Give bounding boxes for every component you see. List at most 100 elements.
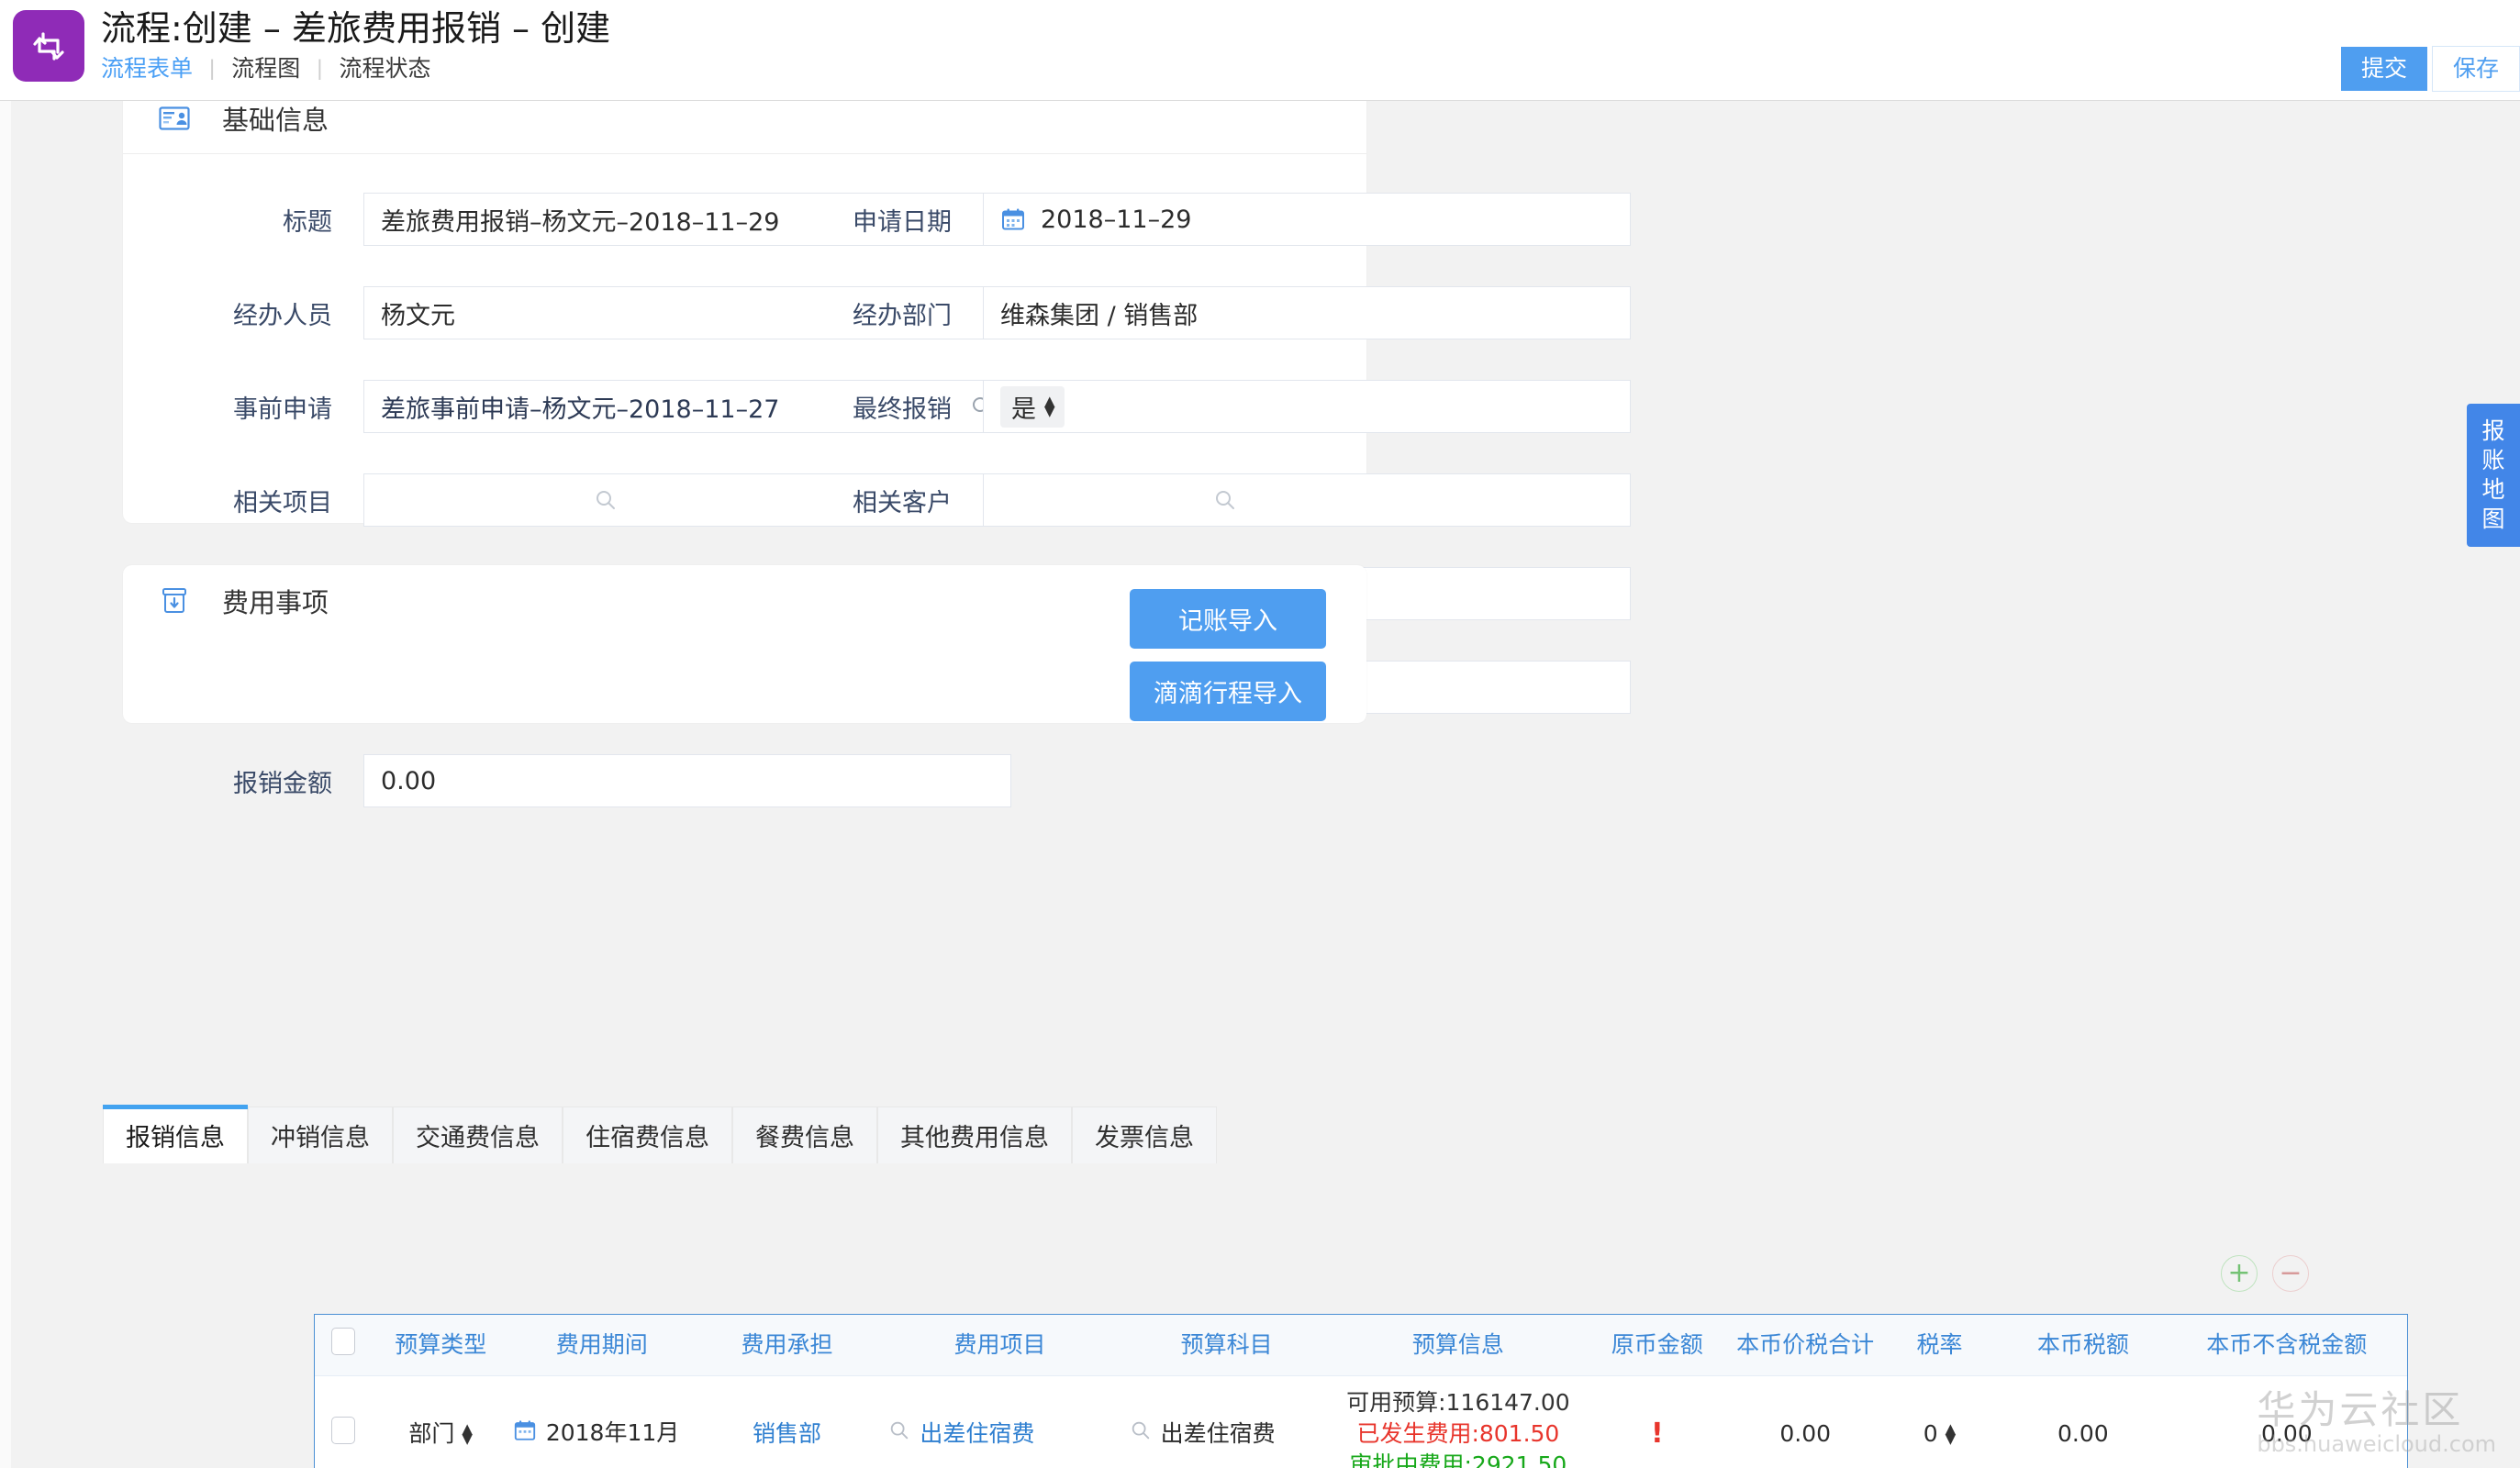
table-row[interactable]: 部门 ▲ ▼ 2018年11月 销售部 出差住宿费 出差住宿费 可用预算:116… xyxy=(315,1375,2407,1468)
field-input-department[interactable]: 维森集团 / 销售部 xyxy=(983,286,1631,339)
cell-local-tax[interactable]: 0.00 xyxy=(2000,1375,2167,1468)
field-label-related-customer: 相关客户 xyxy=(853,488,952,517)
submit-button[interactable]: 提交 xyxy=(2340,47,2427,91)
col-budget-type: 预算类型 xyxy=(372,1315,509,1376)
spinner-icon[interactable]: ▲▼ xyxy=(1946,1422,1957,1446)
row-tools: + − xyxy=(2221,1255,2309,1292)
didi-trip-import-button[interactable]: 滴滴行程导入 xyxy=(1130,662,1326,721)
accounting-import-button[interactable]: 记账导入 xyxy=(1130,589,1326,649)
tab-transport-info[interactable]: 交通费信息 xyxy=(393,1107,563,1163)
select-all-checkbox[interactable] xyxy=(331,1328,356,1355)
field-label-department: 经办部门 xyxy=(853,301,952,330)
spinner-icon[interactable]: ▲▼ xyxy=(462,1422,473,1446)
tab-writeoff-info[interactable]: 冲销信息 xyxy=(248,1107,393,1163)
field-row-apply-date: 申请日期 2018–11–29 xyxy=(742,193,1631,246)
field-value-amount: 0.00 xyxy=(381,766,437,795)
field-value-apply-date: 2018–11–29 xyxy=(1041,205,1192,234)
search-icon[interactable] xyxy=(888,1418,910,1450)
expense-table: 预算类型 费用期间 费用承担 费用项目 预算科目 预算信息 原币金额 本币价税合… xyxy=(314,1314,2408,1468)
reimbursement-map-side-tab[interactable]: 报账 地图 xyxy=(2467,404,2520,547)
col-tax-rate: 税率 xyxy=(1879,1315,2001,1376)
budget-used: 已发生费用:801.50 xyxy=(1356,1420,1560,1447)
calendar-icon[interactable] xyxy=(513,1418,537,1450)
cell-local-ex-tax[interactable]: 0.00 xyxy=(2166,1375,2407,1468)
basic-info-title: 基础信息 xyxy=(222,104,329,136)
field-label-title: 标题 xyxy=(283,207,332,237)
tab-meal-info[interactable]: 餐费信息 xyxy=(732,1107,877,1163)
subnav-item-flow-diagram[interactable]: 流程图 xyxy=(231,53,300,84)
field-value-department: 维森集团 / 销售部 xyxy=(1000,301,1199,330)
cell-subject-text: 出差住宿费 xyxy=(1160,1420,1276,1447)
search-icon[interactable] xyxy=(1213,488,1237,512)
tab-reimbursement-info[interactable]: 报销信息 xyxy=(103,1105,248,1163)
col-select-all[interactable] xyxy=(315,1315,373,1376)
cell-period[interactable]: 2018年11月 xyxy=(508,1375,695,1468)
subnav-item-flow-status[interactable]: 流程状态 xyxy=(340,53,431,84)
field-label-amount: 报销金额 xyxy=(233,769,332,798)
field-value-title: 差旅费用报销–杨文元–2018–11–29 xyxy=(381,207,780,237)
field-label-handler: 经办人员 xyxy=(233,301,332,330)
basic-info-form: 标题 差旅费用报销–杨文元–2018–11–29 经办人员 杨文元 事前申请 差… xyxy=(123,154,1631,807)
top-bar: 流程:创建 – 差旅费用报销 – 创建 流程表单 | 流程图 | 流程状态 提交… xyxy=(0,0,2520,101)
field-value-pre-application: 差旅事前申请–杨文元–2018–11–27 xyxy=(381,395,780,424)
row-select-cell[interactable] xyxy=(315,1375,373,1468)
cell-orig-amount[interactable]: ! xyxy=(1583,1375,1732,1468)
cell-period-text: 2018年11月 xyxy=(545,1419,680,1446)
tab-other-expense-info[interactable]: 其他费用信息 xyxy=(877,1107,1072,1163)
cell-budget-type[interactable]: 部门 ▲ ▼ xyxy=(372,1375,509,1468)
cell-item-text: 出差住宿费 xyxy=(920,1420,1035,1447)
field-input-amount[interactable]: 0.00 xyxy=(363,754,1011,807)
expense-tabs: 报销信息 冲销信息 交通费信息 住宿费信息 餐费信息 其他费用信息 发票信息 xyxy=(103,1105,1217,1163)
cell-subject[interactable]: 出差住宿费 xyxy=(1120,1375,1333,1468)
col-local-ex-tax: 本币不含税金额 xyxy=(2166,1315,2407,1376)
col-item: 费用项目 xyxy=(879,1315,1121,1376)
add-row-button[interactable]: + xyxy=(2221,1255,2258,1292)
cell-bearer-text: 销售部 xyxy=(752,1420,821,1447)
search-icon[interactable] xyxy=(594,488,618,512)
field-select-final-reimbursement[interactable]: 是 ▲ ▼ xyxy=(983,380,1631,433)
save-button[interactable]: 保存 xyxy=(2431,46,2520,92)
subnav-divider-1: | xyxy=(209,56,216,81)
tab-invoice-info[interactable]: 发票信息 xyxy=(1072,1107,1217,1163)
cell-tax-rate[interactable]: 0 ▲ ▼ xyxy=(1879,1375,2001,1468)
field-input-apply-date[interactable]: 2018–11–29 xyxy=(983,193,1631,246)
expense-title: 费用事项 xyxy=(222,587,329,618)
basic-info-card-header: 基础信息 xyxy=(123,101,1366,154)
side-tab-line-1: 报账 xyxy=(2481,417,2505,473)
field-input-related-customer[interactable] xyxy=(983,473,1631,527)
row-checkbox[interactable] xyxy=(331,1416,356,1444)
alert-icon: ! xyxy=(1650,1417,1664,1450)
expense-import-buttons: 记账导入 滴滴行程导入 xyxy=(1130,589,1326,721)
page-title: 流程:创建 – 差旅费用报销 – 创建 xyxy=(101,8,611,49)
cell-item[interactable]: 出差住宿费 xyxy=(879,1375,1121,1468)
cell-local-total[interactable]: 0.00 xyxy=(1731,1375,1879,1468)
sub-navigation: 流程表单 | 流程图 | 流程状态 xyxy=(101,53,610,84)
subnav-divider-2: | xyxy=(317,56,323,81)
budget-available: 可用预算:116147.00 xyxy=(1346,1389,1570,1416)
cell-tax-rate-text: 0 xyxy=(1923,1420,1938,1447)
col-local-total: 本币价税合计 xyxy=(1731,1315,1879,1376)
tab-accommodation-info[interactable]: 住宿费信息 xyxy=(563,1107,732,1163)
field-label-final-reimbursement: 最终报销 xyxy=(853,395,952,424)
left-gutter xyxy=(0,101,11,1468)
col-period: 费用期间 xyxy=(508,1315,695,1376)
field-label-related-project: 相关项目 xyxy=(233,488,332,517)
field-row-related-customer: 相关客户 xyxy=(742,473,1631,527)
final-reimbursement-chip[interactable]: 是 ▲ ▼ xyxy=(1000,385,1065,428)
cell-budget-type-text: 部门 xyxy=(408,1420,455,1447)
calendar-icon[interactable] xyxy=(1000,206,1026,232)
cell-budget-info: 可用预算:116147.00 已发生费用:801.50 审批中费用:2921.5… xyxy=(1332,1375,1584,1468)
process-refresh-icon xyxy=(13,10,84,82)
spinner-icon[interactable]: ▲▼ xyxy=(1044,395,1055,418)
field-row-amount: 报销金额 0.00 xyxy=(123,754,1011,807)
content-area: 基础信息 标题 差旅费用报销–杨文元–2018–11–29 经办人员 杨文元 事… xyxy=(11,101,2408,1468)
remove-row-button[interactable]: − xyxy=(2272,1255,2309,1292)
search-icon[interactable] xyxy=(1130,1418,1152,1450)
expense-box-icon xyxy=(158,584,191,617)
table-header-row: 预算类型 费用期间 费用承担 费用项目 预算科目 预算信息 原币金额 本币价税合… xyxy=(315,1315,2407,1376)
subnav-item-flow-form[interactable]: 流程表单 xyxy=(101,53,193,84)
col-budget-info: 预算信息 xyxy=(1332,1315,1584,1376)
cell-bearer[interactable]: 销售部 xyxy=(694,1375,880,1468)
expense-card: 费用事项 记账导入 滴滴行程导入 xyxy=(123,565,1366,723)
field-label-pre-application: 事前申请 xyxy=(233,395,332,424)
